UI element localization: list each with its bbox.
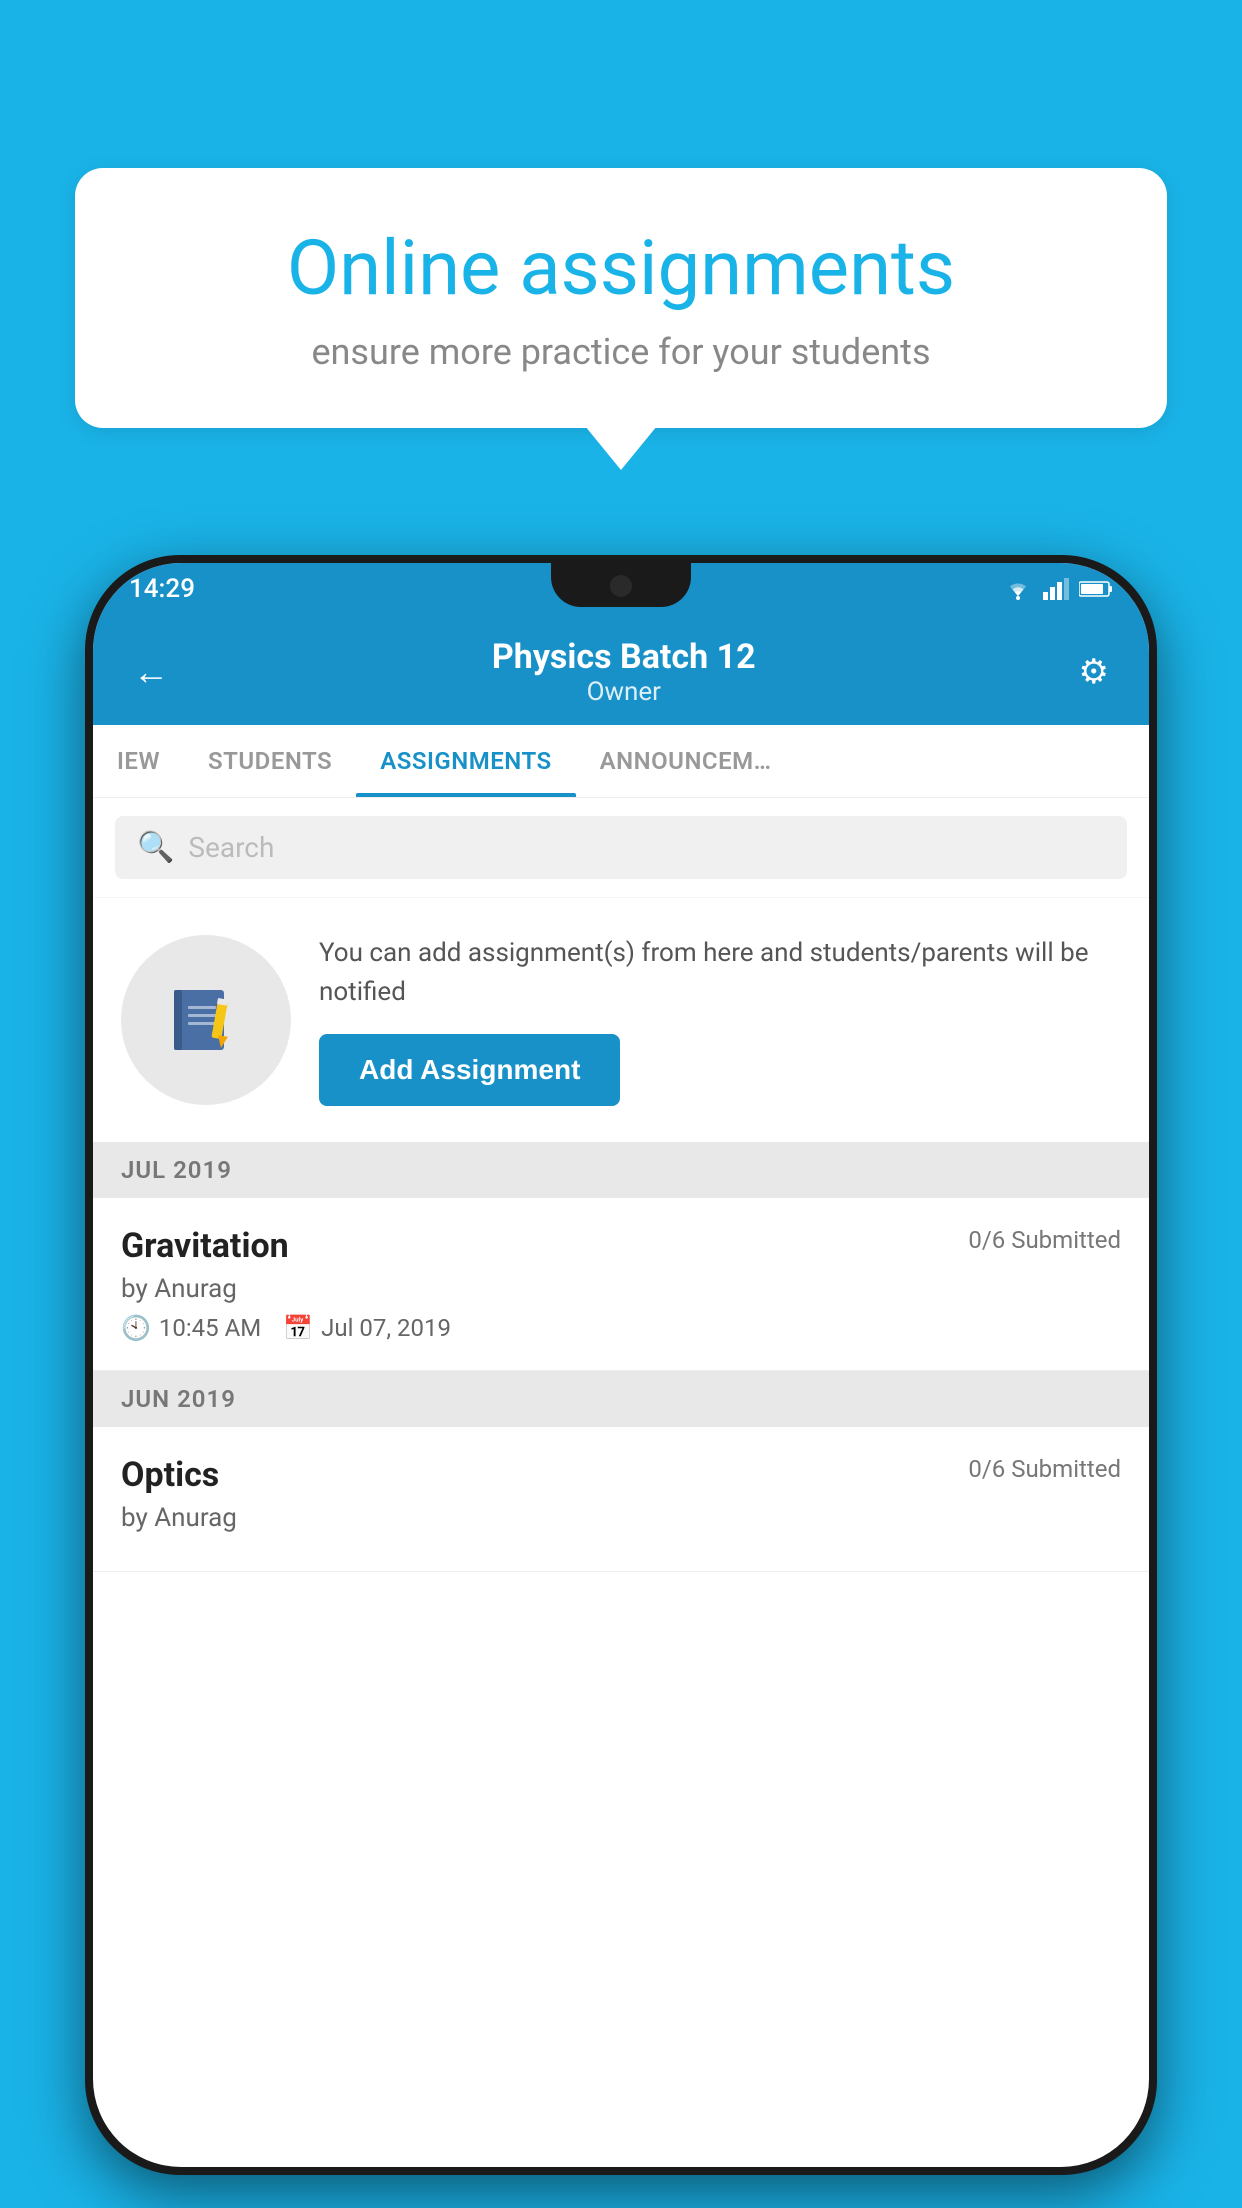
assignment-meta: 🕙 10:45 AM 📅 Jul 07, 2019 — [121, 1314, 1121, 1342]
signal-icon — [1043, 578, 1069, 600]
speech-bubble: Online assignments ensure more practice … — [75, 168, 1167, 428]
search-input[interactable]: Search — [188, 831, 274, 864]
date-value: Jul 07, 2019 — [321, 1314, 451, 1342]
time-value: 10:45 AM — [159, 1314, 261, 1342]
assignment-time: 🕙 10:45 AM — [121, 1314, 261, 1342]
assignment-submitted-optics: 0/6 Submitted — [968, 1455, 1121, 1483]
tab-students[interactable]: STUDENTS — [184, 725, 356, 797]
phone-screen: 14:29 — [93, 563, 1149, 2167]
promo-section: You can add assignment(s) from here and … — [93, 898, 1149, 1142]
back-button[interactable]: ← — [133, 651, 169, 693]
assignment-date: 📅 Jul 07, 2019 — [283, 1314, 451, 1342]
phone-frame: 14:29 — [85, 555, 1157, 2175]
month-separator-jul: JUL 2019 — [93, 1142, 1149, 1198]
month-separator-jun: JUN 2019 — [93, 1371, 1149, 1427]
add-assignment-button[interactable]: Add Assignment — [319, 1034, 620, 1106]
assignment-top: Gravitation 0/6 Submitted — [121, 1226, 1121, 1266]
tab-announcements[interactable]: ANNOUNCEM… — [576, 725, 796, 797]
header-center: Physics Batch 12 Owner — [169, 637, 1079, 707]
app-header: ← Physics Batch 12 Owner ⚙ — [93, 615, 1149, 725]
assignment-by-optics: by Anurag — [121, 1503, 1121, 1533]
assignment-name-optics: Optics — [121, 1455, 219, 1495]
promo-icon-circle — [121, 935, 291, 1105]
content-area: 🔍 Search — [93, 798, 1149, 1572]
promo-text: You can add assignment(s) from here and … — [319, 934, 1121, 1012]
status-bar: 14:29 — [93, 563, 1149, 615]
assignment-submitted: 0/6 Submitted — [968, 1226, 1121, 1254]
battery-icon — [1079, 580, 1113, 598]
tab-assignments[interactable]: ASSIGNMENTS — [356, 725, 575, 797]
settings-icon[interactable]: ⚙ — [1079, 652, 1109, 692]
search-container: 🔍 Search — [93, 798, 1149, 897]
search-icon: 🔍 — [137, 830, 174, 865]
assignment-by: by Anurag — [121, 1274, 1121, 1304]
clock-icon: 🕙 — [121, 1314, 151, 1342]
calendar-icon: 📅 — [283, 1314, 313, 1342]
assignment-top-optics: Optics 0/6 Submitted — [121, 1455, 1121, 1495]
status-time: 14:29 — [129, 574, 195, 604]
header-subtitle: Owner — [169, 677, 1079, 707]
wifi-icon — [1003, 578, 1033, 600]
assignment-item-gravitation[interactable]: Gravitation 0/6 Submitted by Anurag 🕙 10… — [93, 1198, 1149, 1371]
promo-right: You can add assignment(s) from here and … — [319, 934, 1121, 1106]
header-title: Physics Batch 12 — [169, 637, 1079, 677]
bubble-title: Online assignments — [135, 223, 1107, 313]
status-icons — [1003, 578, 1113, 600]
tabs-bar: IEW STUDENTS ASSIGNMENTS ANNOUNCEM… — [93, 725, 1149, 798]
tab-iew[interactable]: IEW — [93, 725, 184, 797]
notebook-icon — [166, 980, 246, 1060]
assignment-item-optics[interactable]: Optics 0/6 Submitted by Anurag — [93, 1427, 1149, 1572]
search-bar[interactable]: 🔍 Search — [115, 816, 1127, 879]
assignment-name: Gravitation — [121, 1226, 289, 1266]
camera — [610, 575, 632, 597]
bubble-subtitle: ensure more practice for your students — [135, 331, 1107, 373]
notch — [551, 563, 691, 607]
